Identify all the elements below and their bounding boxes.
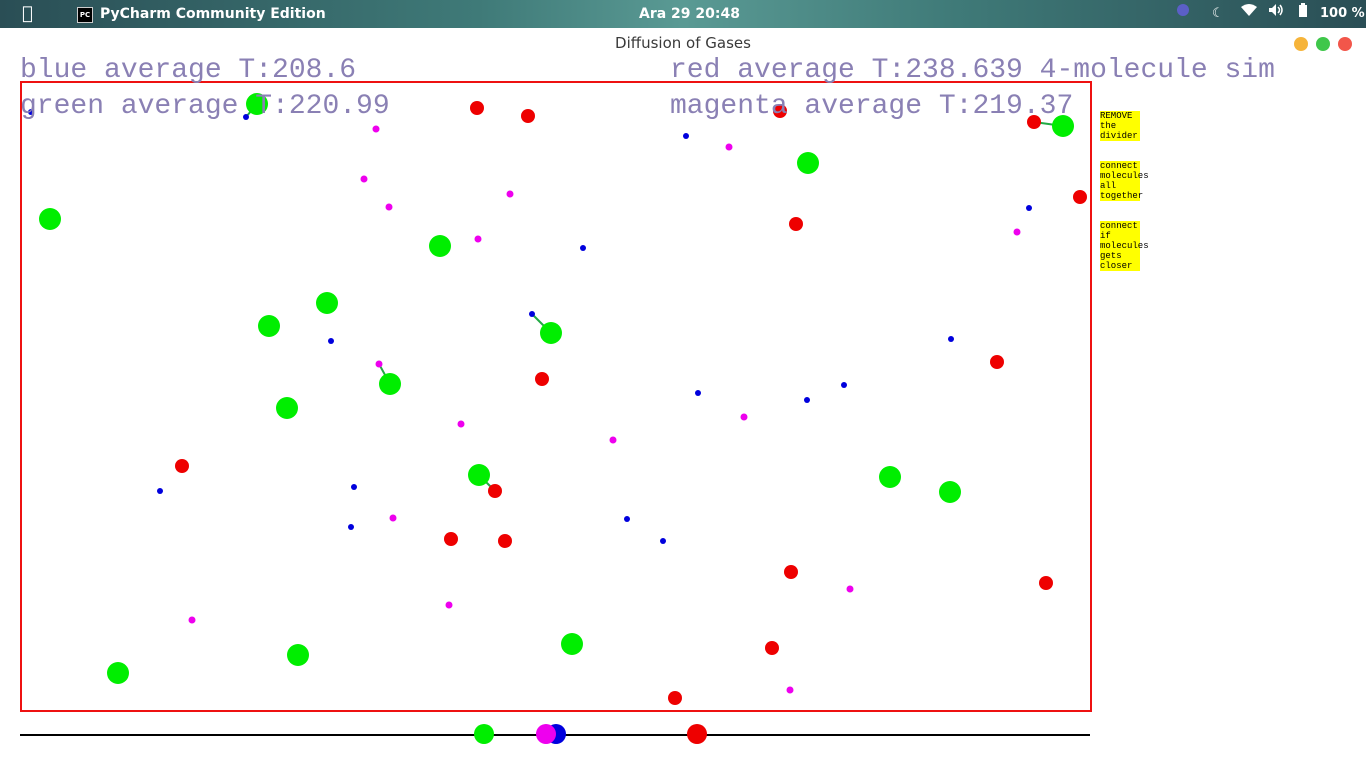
magenta-molecule <box>372 125 380 133</box>
green-molecule <box>561 633 583 655</box>
red-molecule <box>470 101 484 115</box>
red-molecule <box>668 691 682 705</box>
red-molecule <box>488 484 502 498</box>
magenta-molecule <box>385 203 393 211</box>
blue-molecule <box>1026 205 1032 211</box>
green-molecule <box>540 322 562 344</box>
red-molecule <box>1039 576 1053 590</box>
magenta-average-temp: magenta average T:219.37 <box>670 91 1074 122</box>
magenta-molecule <box>609 436 617 444</box>
red-molecule <box>521 109 535 123</box>
magenta-molecule <box>445 601 453 609</box>
red-molecule <box>498 534 512 548</box>
green-molecule <box>939 481 961 503</box>
blue-molecule <box>695 390 701 396</box>
green-molecule <box>316 292 338 314</box>
blue-molecule <box>660 538 666 544</box>
magenta-molecule <box>846 585 854 593</box>
green-temperature-marker <box>474 724 494 744</box>
green-molecule <box>107 662 129 684</box>
green-average-temp: green average T:220.99 <box>20 91 390 122</box>
magenta-molecule <box>786 686 794 694</box>
green-molecule <box>379 373 401 395</box>
red-molecule <box>765 641 779 655</box>
blue-average-temp: blue average T:208.6 <box>20 55 357 86</box>
magenta-molecule <box>457 420 465 428</box>
remove-divider-button[interactable]: REMOVE the divider <box>1100 111 1140 141</box>
green-molecule <box>429 235 451 257</box>
red-average-temp: red average T:238.639 4-molecule sim <box>670 55 1275 86</box>
magenta-temperature-marker <box>536 724 556 744</box>
red-molecule <box>789 217 803 231</box>
green-molecule <box>468 464 490 486</box>
red-molecule <box>444 532 458 546</box>
blue-molecule <box>157 488 163 494</box>
magenta-molecule <box>474 235 482 243</box>
magenta-molecule <box>740 413 748 421</box>
red-molecule <box>175 459 189 473</box>
green-molecule <box>258 315 280 337</box>
green-molecule <box>879 466 901 488</box>
magenta-molecule <box>1013 228 1021 236</box>
magenta-molecule <box>360 175 368 183</box>
magenta-molecule <box>389 514 397 522</box>
blue-molecule <box>841 382 847 388</box>
magenta-molecule <box>375 360 383 368</box>
red-molecule <box>1073 190 1087 204</box>
green-molecule <box>276 397 298 419</box>
red-molecule <box>535 372 549 386</box>
magenta-molecule <box>725 143 733 151</box>
blue-molecule <box>529 311 535 317</box>
blue-molecule <box>580 245 586 251</box>
blue-molecule <box>683 133 689 139</box>
blue-molecule <box>804 397 810 403</box>
blue-molecule <box>624 516 630 522</box>
red-molecule <box>990 355 1004 369</box>
magenta-molecule <box>506 190 514 198</box>
red-molecule <box>784 565 798 579</box>
blue-molecule <box>348 524 354 530</box>
green-molecule <box>287 644 309 666</box>
blue-molecule <box>328 338 334 344</box>
green-molecule <box>39 208 61 230</box>
red-temperature-marker <box>687 724 707 744</box>
green-molecule <box>797 152 819 174</box>
blue-molecule <box>351 484 357 490</box>
connect-all-button[interactable]: connect molecules all together <box>1100 161 1149 201</box>
blue-molecule <box>948 336 954 342</box>
magenta-molecule <box>188 616 196 624</box>
connect-close-button[interactable]: connect if molecules gets closer <box>1100 221 1149 271</box>
